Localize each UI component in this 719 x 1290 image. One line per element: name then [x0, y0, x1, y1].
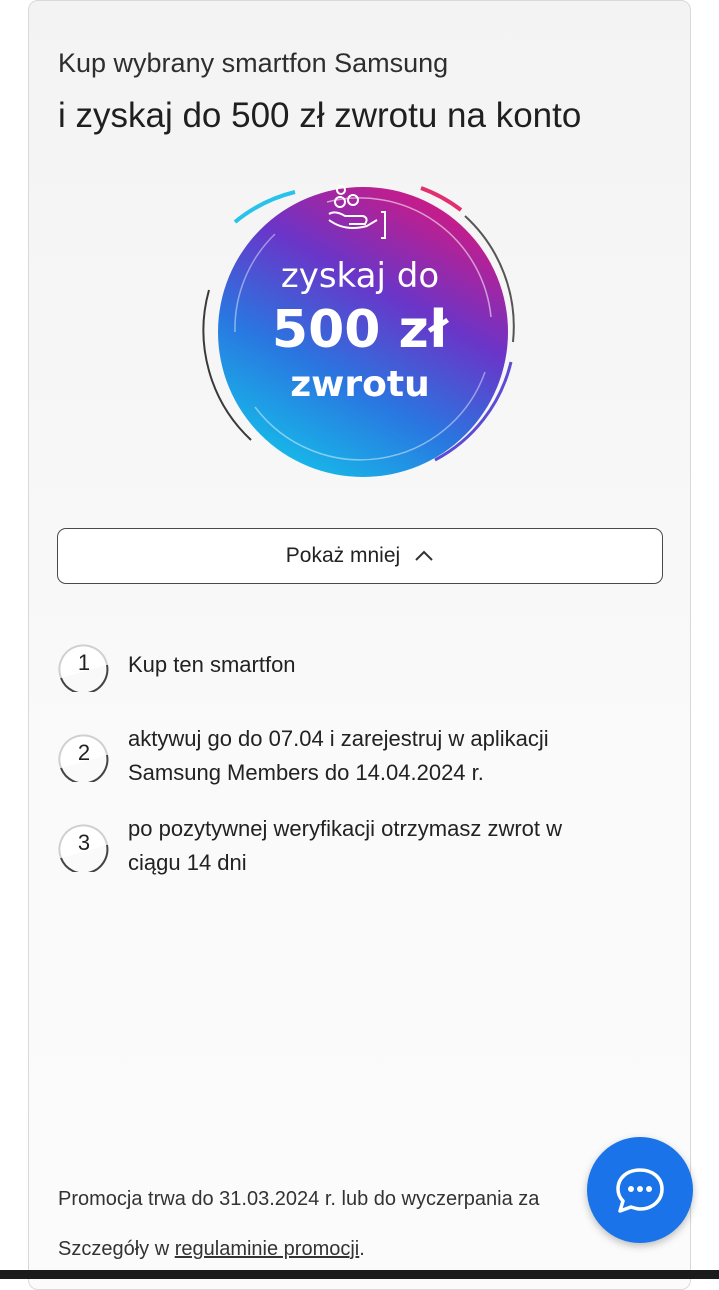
chevron-up-icon [415, 550, 433, 561]
step-text-line: po pozytywnej weryfikacji otrzymasz zwro… [128, 816, 563, 841]
system-nav-bar [0, 1270, 719, 1279]
step-text-line: ciągu 14 dni [128, 850, 247, 875]
cashback-badge: zyskaj do 500 zł zwrotu [195, 172, 525, 492]
step-text-line: aktywuj go do 07.04 i zarejestruj w apli… [128, 726, 549, 751]
show-less-label: Pokaż mniej [285, 544, 401, 567]
step-number-badge: 3 [57, 818, 111, 875]
badge-line-2: 500 zł [271, 300, 449, 360]
promo-terms-link[interactable]: regulaminie promocji [175, 1238, 360, 1260]
badge-line-3: zwrotu [290, 364, 430, 405]
step-number: 1 [77, 650, 91, 675]
promo-duration-text: Promocja trwa do 31.03.2024 r. lub do wy… [58, 1188, 540, 1210]
promo-title: i zyskaj do 500 zł zwrotu na konto [58, 96, 582, 135]
step-number-badge: 2 [57, 728, 111, 785]
step-number: 3 [77, 830, 91, 855]
chat-button[interactable] [587, 1137, 693, 1243]
badge-line-1: zyskaj do [280, 256, 440, 296]
step-text-line: Kup ten smartfon [128, 652, 296, 677]
promo-subtitle: Kup wybrany smartfon Samsung [58, 48, 449, 78]
promo-details: Szczegóły w regulaminie promocji. [58, 1238, 365, 1261]
show-less-button[interactable]: Pokaż mniej [57, 528, 663, 584]
details-suffix: . [359, 1238, 365, 1260]
chat-bubble-icon [616, 1168, 664, 1213]
details-prefix: Szczegóły w [58, 1238, 175, 1260]
step-number-badge: 1 [57, 638, 111, 695]
step-text-line: Samsung Members do 14.04.2024 r. [128, 760, 484, 785]
step-number: 2 [77, 740, 91, 765]
